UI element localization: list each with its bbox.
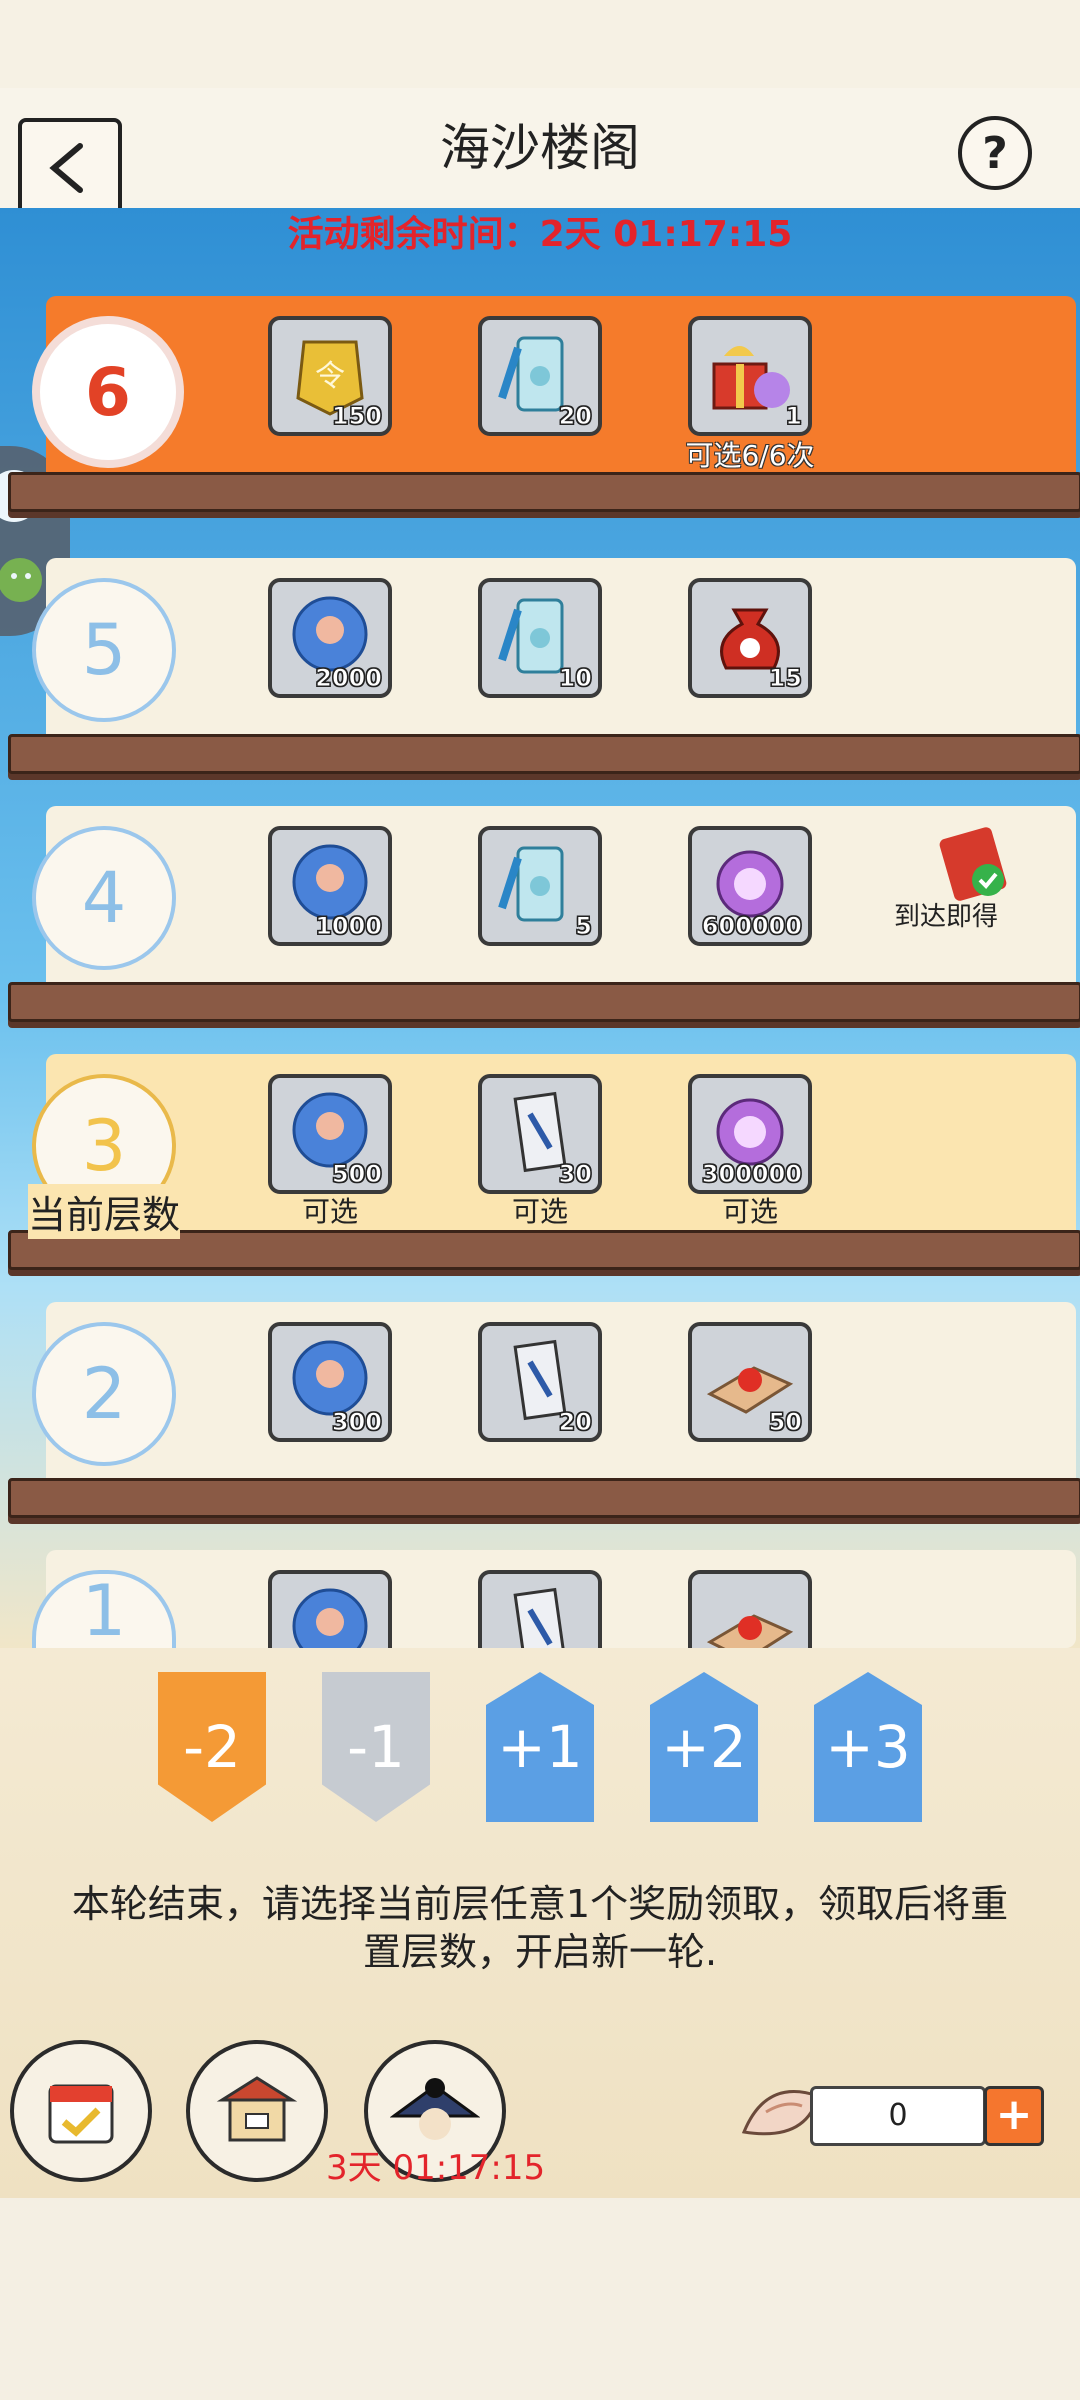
reward-slot[interactable]: 20 xyxy=(478,316,602,436)
bottom-timer: 3天 01:17:15 xyxy=(326,2148,546,2188)
reward-quantity: 1000 xyxy=(315,912,383,941)
back-arrow-icon xyxy=(49,143,83,193)
reward-slot[interactable]: 15 xyxy=(688,578,812,698)
reward-slot[interactable]: 10 xyxy=(478,578,602,698)
reward-quantity: 10 xyxy=(558,664,592,693)
reward-slot[interactable]: 20 xyxy=(478,1322,602,1442)
shell-count-field: 0 xyxy=(810,2086,986,2146)
red-envelope-icon[interactable] xyxy=(932,826,1022,906)
shelf xyxy=(8,1478,1080,1518)
current-floor-label: 当前层数 xyxy=(28,1184,181,1239)
scroll-icon xyxy=(513,1587,567,1652)
reward-slot[interactable]: 600000 xyxy=(688,826,812,946)
red-bead-cloth-icon xyxy=(706,1614,794,1652)
reward-slot[interactable]: 令 150 xyxy=(268,316,392,436)
reward-quantity: 2000 xyxy=(315,664,383,693)
gift-box-icon xyxy=(712,346,790,410)
shelf xyxy=(8,472,1080,512)
calendar-icon xyxy=(48,2084,114,2144)
reward-quantity: 300 xyxy=(331,1408,382,1437)
app-root: 海沙楼阁 ? 活动剩余时间：2天 01:17:15 6 令 150 20 1 可… xyxy=(0,0,1080,2400)
reward-slot[interactable]: 300000 xyxy=(688,1074,812,1194)
reward-slot[interactable] xyxy=(478,1570,602,1652)
reward-slot[interactable] xyxy=(268,1570,392,1652)
selectable-label: 可选 xyxy=(721,1195,778,1228)
reward-quantity: 30 xyxy=(558,1160,592,1189)
reward-quantity: 20 xyxy=(558,1408,592,1437)
status-area xyxy=(0,0,1080,88)
floor-number-5: 5 xyxy=(32,578,176,722)
selectable-label: 可选 xyxy=(301,1195,358,1228)
reward-quantity: 1 xyxy=(785,402,803,431)
reward-slot[interactable] xyxy=(688,1570,812,1652)
selectable-label: 可选 xyxy=(511,1195,568,1228)
shop-icon xyxy=(216,2076,298,2142)
floor-number-6: 6 xyxy=(32,316,184,468)
blue-talisman-icon xyxy=(498,846,564,922)
event-timer: 活动剩余时间：2天 01:17:15 xyxy=(287,214,793,255)
back-button[interactable] xyxy=(18,118,122,218)
shelf xyxy=(8,982,1080,1022)
shop-button[interactable] xyxy=(186,2040,328,2182)
reward-quantity: 150 xyxy=(331,402,382,431)
help-button[interactable]: ? xyxy=(958,116,1032,190)
reward-quantity: 20 xyxy=(558,402,592,431)
choice-count-label: 可选6/6次 xyxy=(685,439,815,472)
reward-slot[interactable]: 5 xyxy=(478,826,602,946)
reward-quantity: 15 xyxy=(768,664,802,693)
blue-orb-icon xyxy=(292,1588,368,1652)
reward-slot[interactable]: 500 xyxy=(268,1074,392,1194)
floor-number-4: 4 xyxy=(32,826,176,970)
reward-quantity: 300000 xyxy=(701,1160,802,1189)
reward-quantity: 600000 xyxy=(701,912,802,941)
reward-slot[interactable]: 2000 xyxy=(268,578,392,698)
shelf xyxy=(8,734,1080,774)
svg-text:令: 令 xyxy=(315,359,345,394)
add-shell-button[interactable]: + xyxy=(984,2086,1044,2146)
floor-number-2: 2 xyxy=(32,1322,176,1466)
bottom-area xyxy=(0,2198,1080,2400)
round-notice: 本轮结束，请选择当前层任意1个奖励领取，领取后将重置层数，开启新一轮. xyxy=(71,1882,1009,1974)
reward-quantity: 500 xyxy=(331,1160,382,1189)
reward-quantity: 5 xyxy=(575,912,593,941)
reward-slot[interactable]: 30 xyxy=(478,1074,602,1194)
reward-slot[interactable]: 50 xyxy=(688,1322,812,1442)
reward-slot[interactable]: 1000 xyxy=(268,826,392,946)
reward-slot[interactable]: 1 xyxy=(688,316,812,436)
reach-reward-label: 到达即得 xyxy=(894,902,999,932)
reward-quantity: 50 xyxy=(768,1408,802,1437)
calendar-button[interactable] xyxy=(10,2040,152,2182)
page-title: 海沙楼阁 xyxy=(440,119,640,177)
reward-slot[interactable]: 300 xyxy=(268,1322,392,1442)
